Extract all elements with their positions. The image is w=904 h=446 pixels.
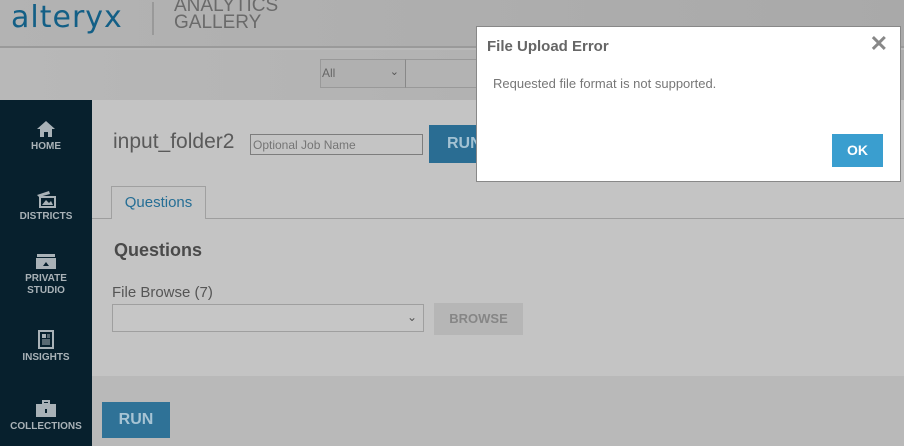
file-upload-error-dialog: File Upload Error ✕ Requested file forma… — [476, 26, 901, 182]
sidebar-item-home[interactable]: HOME — [0, 120, 92, 153]
sidebar-item-insights[interactable]: INSIGHTS — [0, 330, 92, 364]
sidebar-item-label: DISTRICTS — [19, 211, 73, 222]
ok-button[interactable]: OK — [832, 134, 883, 167]
sidebar-item-label: STUDIO — [27, 285, 65, 296]
app-title: input_folder2 — [113, 130, 235, 153]
job-name-input[interactable] — [250, 134, 423, 155]
briefcase-icon — [36, 400, 56, 417]
product-line-2: GALLERY — [174, 12, 262, 33]
chevron-down-icon: ⌄ — [389, 66, 399, 78]
section-heading: Questions — [114, 240, 203, 260]
alteryx-logo[interactable]: alteryx — [11, 0, 123, 35]
dialog-title: File Upload Error — [487, 38, 609, 55]
sidebar-item-label: PRIVATE — [25, 273, 67, 284]
home-icon — [37, 121, 55, 137]
sidebar-item-label: COLLECTIONS — [10, 421, 82, 432]
sidebar-item-label: HOME — [31, 141, 61, 152]
file-browse-select[interactable]: ⌄ — [112, 304, 424, 332]
sidebar-item-collections[interactable]: COLLECTIONS — [0, 400, 92, 433]
insights-icon — [38, 330, 54, 349]
sidebar-item-label: INSIGHTS — [22, 352, 70, 363]
close-icon[interactable]: ✕ — [870, 31, 888, 57]
header-divider — [152, 2, 154, 35]
tab-questions[interactable]: Questions — [111, 186, 206, 219]
search-scope-select[interactable]: All ⌄ — [320, 59, 406, 88]
run-button-bottom[interactable]: RUN — [102, 402, 170, 438]
dialog-message: Requested file format is not supported. — [493, 76, 717, 91]
tab-divider — [92, 218, 904, 219]
footer-bar — [92, 376, 904, 446]
product-name: ANALYTICS GALLERY — [174, 0, 278, 33]
sidebar-item-districts[interactable]: DISTRICTS — [0, 190, 92, 223]
file-browse-label: File Browse (7) — [112, 284, 213, 301]
sidebar-item-private-studio[interactable]: PRIVATE STUDIO — [0, 253, 92, 297]
search-scope-value: All — [322, 66, 336, 80]
chevron-down-icon: ⌄ — [406, 310, 417, 324]
browse-button[interactable]: BROWSE — [434, 303, 523, 335]
sidebar: HOME DISTRICTS PRIVATE STUDIO INSIGHTS CO… — [0, 100, 92, 446]
districts-icon — [37, 191, 56, 208]
studio-icon — [36, 254, 56, 269]
